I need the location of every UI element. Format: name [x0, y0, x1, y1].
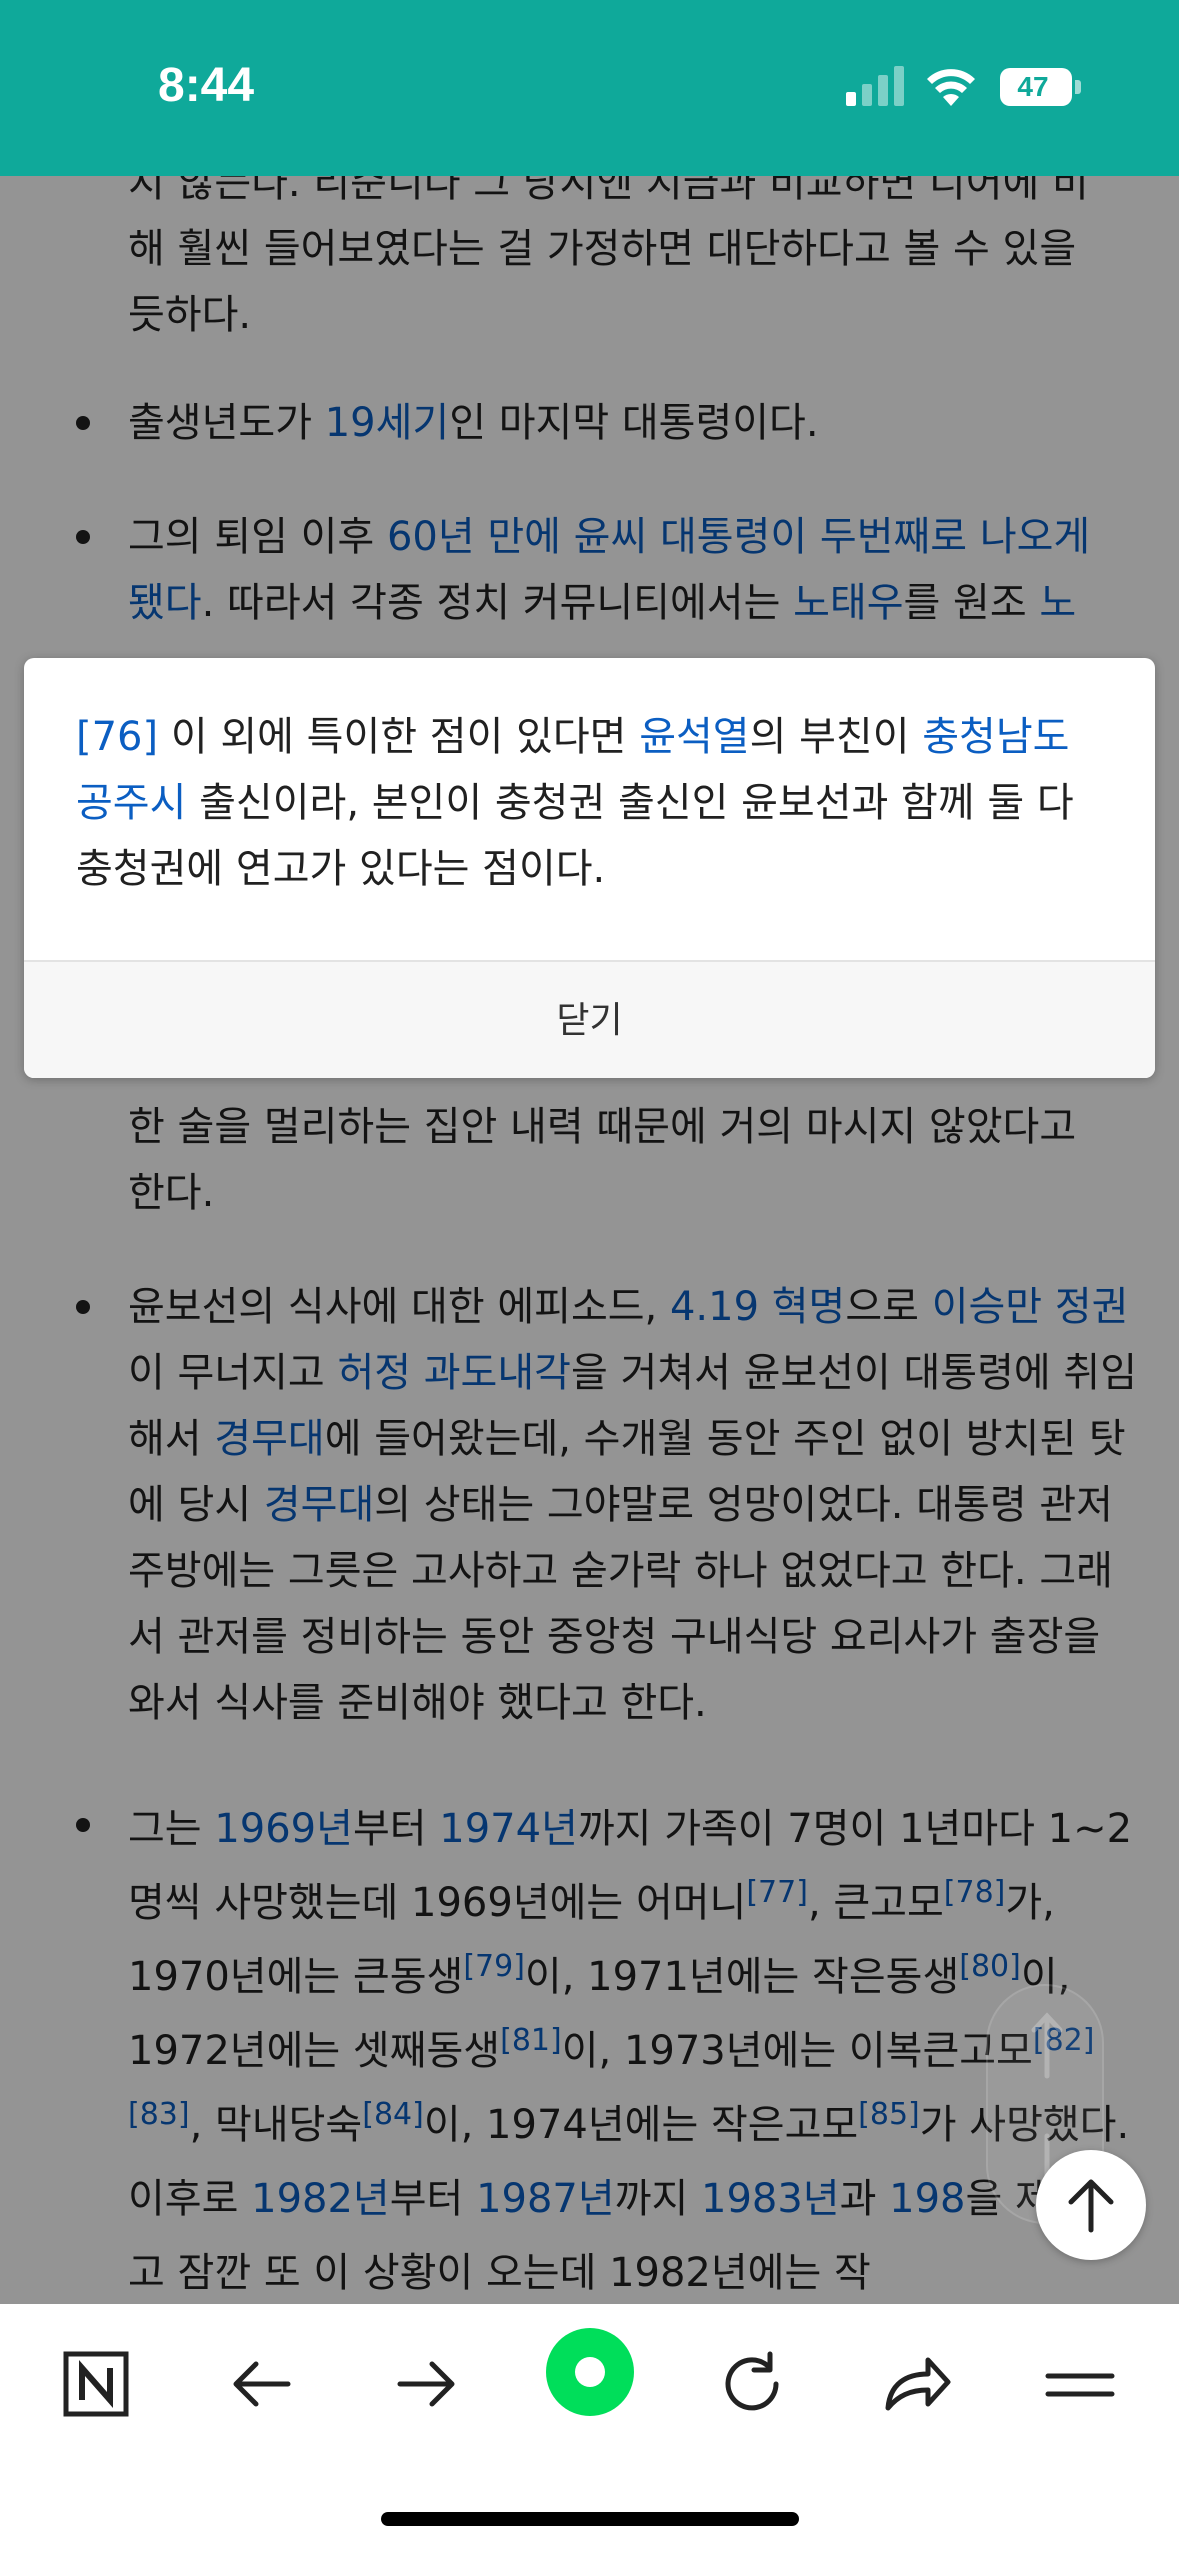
- forward-arrow-icon[interactable]: [386, 2344, 466, 2424]
- reload-icon[interactable]: [712, 2344, 792, 2424]
- arrow-up-icon: [1068, 2179, 1114, 2233]
- wifi-icon: [927, 69, 975, 106]
- footnote-ref-76[interactable]: [76]: [76, 714, 158, 760]
- menu-icon[interactable]: [1040, 2344, 1120, 2424]
- close-button[interactable]: 닫기: [24, 962, 1155, 1080]
- naver-home-icon[interactable]: [56, 2344, 136, 2424]
- footnote-text: [76] 이 외에 특이한 점이 있다면 윤석열의 부친이 충청남도 공주시 출…: [76, 714, 1074, 892]
- scroll-to-top-button[interactable]: [1036, 2150, 1146, 2260]
- link-yoon-suk-yeol[interactable]: 윤석열: [639, 714, 749, 760]
- battery-icon: 47: [1000, 68, 1072, 106]
- green-dot-icon[interactable]: [544, 2326, 636, 2418]
- battery-level: 47: [1017, 71, 1049, 102]
- status-time: 8:44: [158, 59, 255, 112]
- footnote-popup: [76] 이 외에 특이한 점이 있다면 윤석열의 부친이 충청남도 공주시 출…: [24, 658, 1155, 1078]
- back-arrow-icon[interactable]: [222, 2344, 302, 2424]
- modal-backdrop[interactable]: [0, 176, 1179, 2304]
- cellular-signal-icon: [846, 66, 904, 106]
- home-indicator: [381, 2512, 799, 2526]
- share-icon[interactable]: [876, 2344, 956, 2424]
- status-bar: 8:44 47: [0, 0, 1179, 176]
- footnote-popup-footer: 닫기: [24, 960, 1155, 1078]
